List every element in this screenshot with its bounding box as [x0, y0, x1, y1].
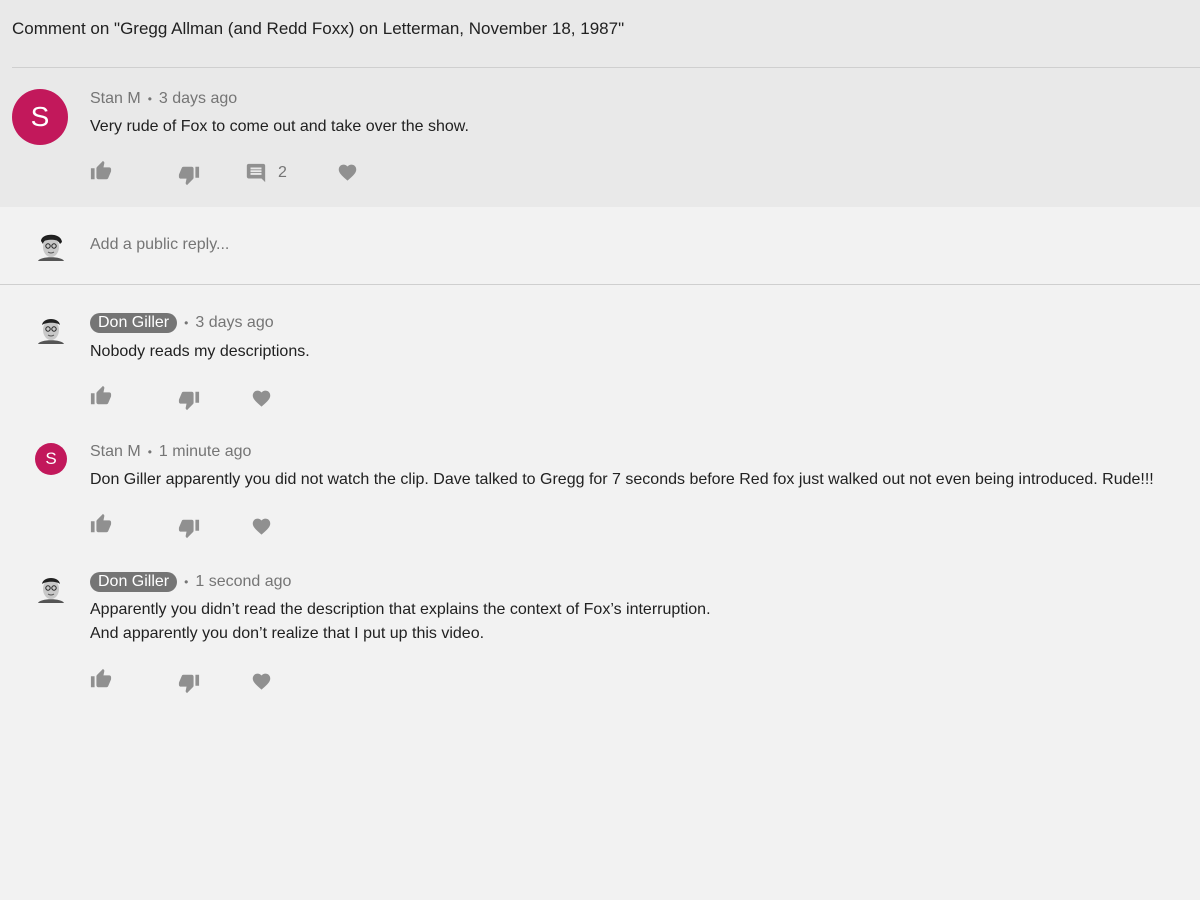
thumb-up-icon	[90, 513, 112, 533]
avatar[interactable]	[38, 314, 64, 344]
thumb-down-icon	[178, 519, 200, 539]
separator-dot: •	[147, 92, 152, 106]
avatar[interactable]: S	[35, 443, 67, 475]
timestamp[interactable]: 3 days ago	[159, 90, 237, 108]
avatar[interactable]	[38, 573, 64, 603]
author-name[interactable]: Stan M	[90, 90, 141, 108]
timestamp[interactable]: 1 second ago	[195, 573, 291, 591]
author-name[interactable]: Stan M	[90, 443, 141, 461]
creator-author-chip[interactable]: Don Giller	[90, 313, 178, 333]
thumb-down-icon	[178, 391, 200, 411]
reply-meta: Stan M • 1 minute ago	[90, 443, 251, 461]
reply-meta: Don Giller • 3 days ago	[90, 313, 274, 333]
reply-button[interactable]: 2	[245, 162, 287, 184]
like-button[interactable]	[90, 513, 112, 535]
separator-dot: •	[184, 575, 189, 589]
dislike-button[interactable]	[178, 389, 200, 411]
header-divider	[12, 67, 1200, 68]
heart-button[interactable]	[251, 388, 272, 409]
reply-meta: Don Giller • 1 second ago	[90, 572, 291, 592]
heart-button[interactable]	[337, 162, 358, 183]
user-avatar	[38, 231, 64, 261]
avatar[interactable]: S	[12, 89, 68, 145]
heart-button[interactable]	[251, 671, 272, 692]
comment-meta: Stan M • 3 days ago	[90, 90, 237, 108]
dislike-button[interactable]	[178, 517, 200, 539]
timestamp[interactable]: 1 minute ago	[159, 443, 252, 461]
heart-button[interactable]	[251, 516, 272, 537]
reply-divider	[0, 284, 1200, 285]
dislike-button[interactable]	[178, 672, 200, 694]
dislike-button[interactable]	[178, 164, 200, 186]
reply-input[interactable]: Add a public reply...	[90, 236, 229, 254]
heart-icon	[252, 390, 271, 407]
like-button[interactable]	[90, 385, 112, 407]
page-title: Comment on "Gregg Allman (and Redd Foxx)…	[12, 19, 625, 38]
comment-icon	[246, 163, 266, 183]
heart-icon	[252, 518, 271, 535]
thumb-down-icon	[178, 166, 200, 186]
like-button[interactable]	[90, 668, 112, 690]
heart-icon	[252, 673, 271, 690]
comment-text: Very rude of Fox to come out and take ov…	[90, 118, 469, 135]
separator-dot: •	[184, 316, 189, 330]
thumb-up-icon	[90, 160, 112, 180]
reply-text-line: Apparently you didn’t read the descripti…	[90, 601, 711, 618]
separator-dot: •	[147, 445, 152, 459]
reply-text: Don Giller apparently you did not watch …	[90, 471, 1154, 488]
creator-author-chip[interactable]: Don Giller	[90, 572, 178, 592]
heart-icon	[338, 164, 357, 181]
like-button[interactable]	[90, 160, 112, 182]
thumb-up-icon	[90, 385, 112, 405]
thumb-down-icon	[178, 674, 200, 694]
timestamp[interactable]: 3 days ago	[195, 314, 273, 332]
reply-text: Nobody reads my descriptions.	[90, 343, 310, 360]
reply-count: 2	[278, 164, 287, 181]
reply-text-line: And apparently you don’t realize that I …	[90, 625, 485, 642]
thumb-up-icon	[90, 668, 112, 688]
